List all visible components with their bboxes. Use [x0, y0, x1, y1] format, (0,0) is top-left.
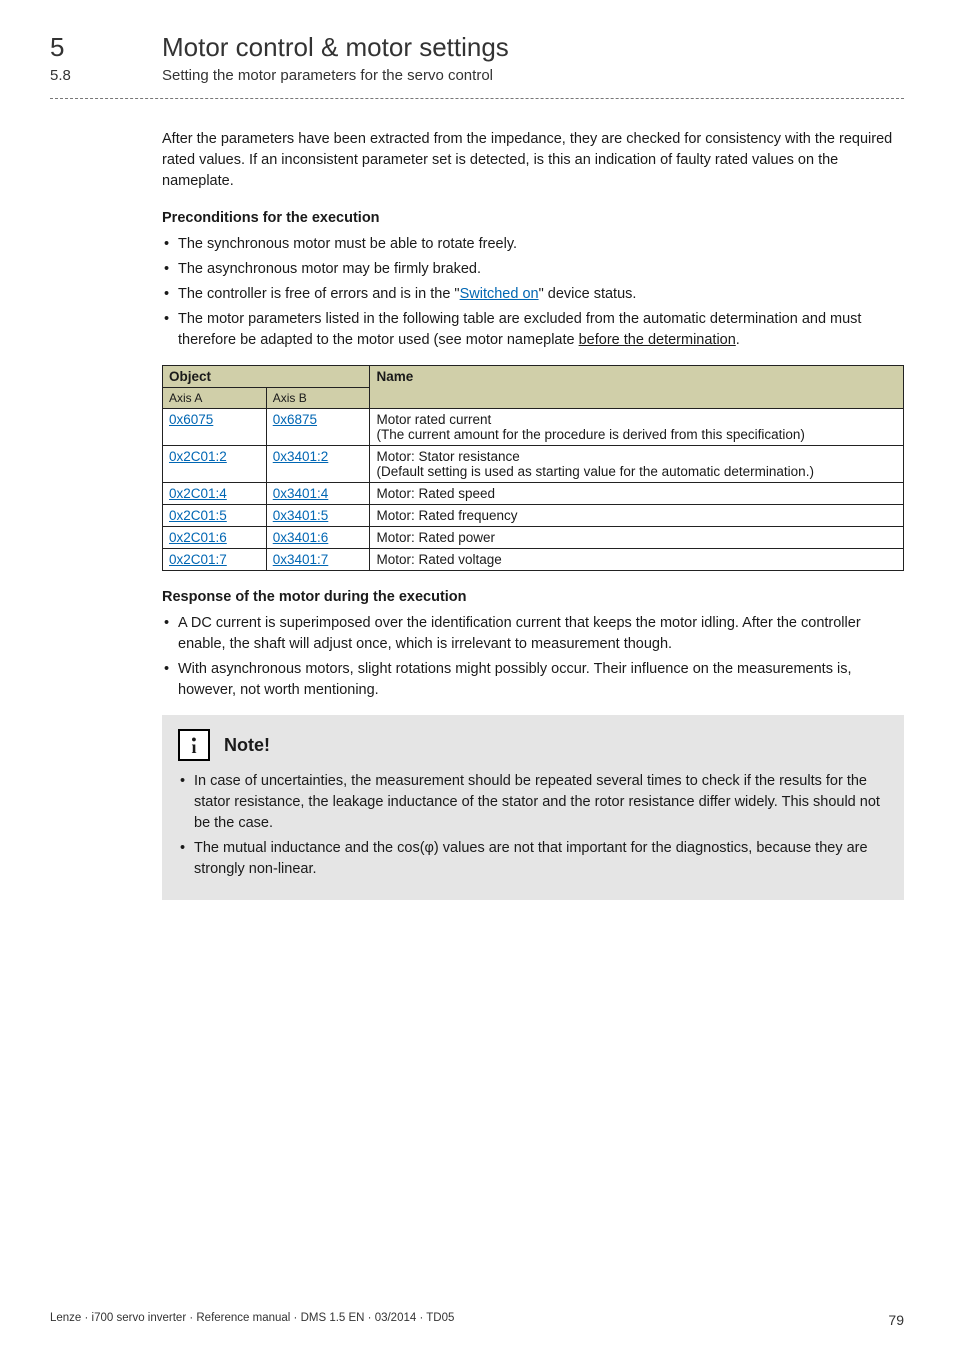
- text: The motor parameters listed in the follo…: [178, 311, 861, 348]
- cell-name: Motor: Rated voltage: [370, 549, 904, 571]
- page-number: 79: [888, 1312, 904, 1328]
- list-item: With asynchronous motors, slight rotatio…: [162, 659, 904, 701]
- chapter-number: 5: [50, 32, 120, 63]
- cell-name: Motor: Rated frequency: [370, 505, 904, 527]
- text: The controller is free of errors and is …: [178, 286, 460, 302]
- list-item: The motor parameters listed in the follo…: [162, 309, 904, 351]
- list-item: The synchronous motor must be able to ro…: [162, 234, 904, 255]
- object-link-axis-b[interactable]: 0x3401:4: [273, 486, 329, 501]
- table-row: 0x2C01:2 0x3401:2 Motor: Stator resistance…: [163, 446, 904, 483]
- list-item: In case of uncertainties, the measuremen…: [178, 771, 888, 834]
- cell-name: Motor: Stator resistance(Default setting…: [370, 446, 904, 483]
- object-link-axis-b[interactable]: 0x6875: [273, 412, 317, 427]
- object-link-axis-b[interactable]: 0x3401:7: [273, 552, 329, 567]
- intro-paragraph: After the parameters have been extracted…: [162, 129, 904, 192]
- divider: [50, 98, 904, 99]
- text: .: [736, 332, 740, 348]
- list-item: The mutual inductance and the cos(φ) val…: [178, 838, 888, 880]
- note-title: Note!: [224, 735, 270, 756]
- chapter-title: Motor control & motor settings: [162, 32, 509, 63]
- object-link-axis-b[interactable]: 0x3401:5: [273, 508, 329, 523]
- cell-name: Motor: Rated speed: [370, 483, 904, 505]
- preconditions-heading: Preconditions for the execution: [162, 210, 904, 226]
- table-row: 0x6075 0x6875 Motor rated current(The curr…: [163, 409, 904, 446]
- list-item: A DC current is superimposed over the id…: [162, 613, 904, 655]
- object-link-axis-b[interactable]: 0x3401:6: [273, 530, 329, 545]
- list-item: The controller is free of errors and is …: [162, 284, 904, 305]
- object-link-axis-a[interactable]: 0x2C01:5: [169, 508, 227, 523]
- object-link-axis-a[interactable]: 0x2C01:6: [169, 530, 227, 545]
- cell-name: Motor rated current(The current amount f…: [370, 409, 904, 446]
- section-title: Setting the motor parameters for the ser…: [162, 67, 493, 84]
- table-row: 0x2C01:4 0x3401:4 Motor: Rated speed: [163, 483, 904, 505]
- response-heading: Response of the motor during the executi…: [162, 589, 904, 605]
- underlined-text: before the determination: [579, 332, 736, 348]
- info-icon: ●ı: [178, 729, 210, 761]
- table-row: 0x2C01:5 0x3401:5 Motor: Rated frequency: [163, 505, 904, 527]
- table-row: 0x2C01:6 0x3401:6 Motor: Rated power: [163, 527, 904, 549]
- object-link-axis-b[interactable]: 0x3401:2: [273, 449, 329, 464]
- object-link-axis-a[interactable]: 0x2C01:4: [169, 486, 227, 501]
- list-item: The asynchronous motor may be firmly bra…: [162, 259, 904, 280]
- table-row: 0x2C01:7 0x3401:7 Motor: Rated voltage: [163, 549, 904, 571]
- text: " device status.: [539, 286, 637, 302]
- th-axis-a: Axis A: [163, 388, 267, 409]
- object-link-axis-a[interactable]: 0x6075: [169, 412, 213, 427]
- section-number: 5.8: [50, 67, 120, 84]
- note-box: ●ı Note! // nothing here; icon glyph set…: [162, 715, 904, 900]
- th-name: Name: [370, 366, 904, 409]
- object-link-axis-a[interactable]: 0x2C01:2: [169, 449, 227, 464]
- switched-on-link[interactable]: Switched on: [460, 286, 539, 302]
- object-table: Object Name Axis A Axis B 0x6075 0x6875 Mo…: [162, 365, 904, 571]
- footer-text: Lenze · i700 servo inverter · Reference …: [50, 1312, 454, 1328]
- object-link-axis-a[interactable]: 0x2C01:7: [169, 552, 227, 567]
- cell-name: Motor: Rated power: [370, 527, 904, 549]
- th-object: Object: [163, 366, 370, 388]
- th-axis-b: Axis B: [266, 388, 370, 409]
